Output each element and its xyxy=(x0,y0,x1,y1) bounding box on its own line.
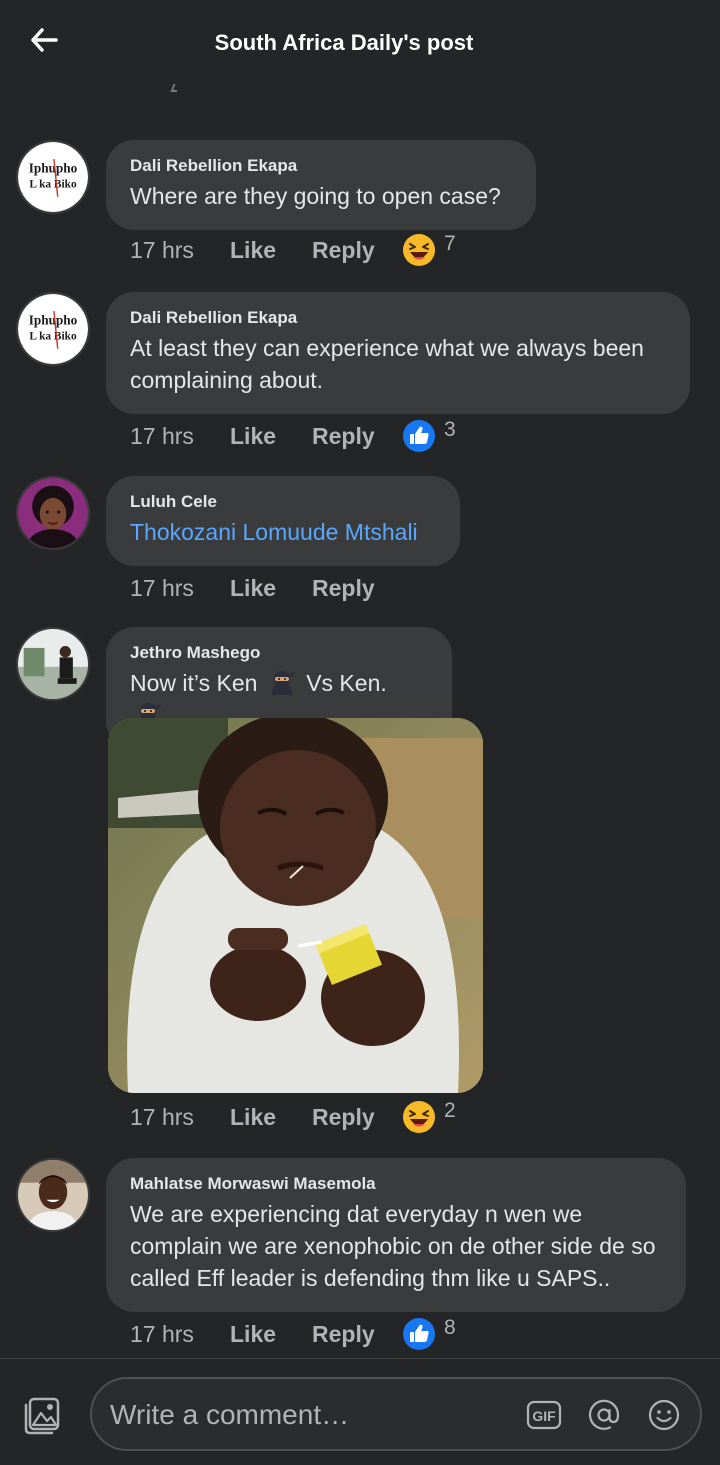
comment-photo[interactable] xyxy=(108,718,483,1093)
comment-bubble[interactable]: Luluh Cele Thokozani Lomuude Mtshali xyxy=(106,476,460,566)
comment-text: We are experiencing dat everyday n wen w… xyxy=(130,1201,656,1291)
comment-actions: 17 hrs Like Reply 7 xyxy=(130,232,456,268)
reply-button[interactable]: Reply xyxy=(312,1104,402,1131)
gif-label: GIF xyxy=(532,1408,556,1424)
comment-composer: GIF xyxy=(0,1358,720,1465)
like-icon[interactable] xyxy=(402,419,436,453)
header-bar: South Africa Daily's post xyxy=(0,0,720,92)
photo-gallery-icon[interactable] xyxy=(24,1395,64,1435)
comment-bubble[interactable]: Mahlatse Morwaswi Masemola We are experi… xyxy=(106,1158,686,1312)
reply-button[interactable]: Reply xyxy=(312,237,402,264)
avatar[interactable] xyxy=(16,1158,90,1232)
like-button[interactable]: Like xyxy=(230,1321,312,1348)
ninja-emoji-icon xyxy=(268,669,296,695)
reply-button[interactable]: Reply xyxy=(312,575,402,602)
comment-actions: 17 hrs Like Reply 3 xyxy=(130,418,456,454)
page-title-text: South Africa Daily's post xyxy=(214,30,474,55)
avatar-logo-line1: Iphupho xyxy=(29,160,78,175)
haha-icon[interactable] xyxy=(402,233,436,267)
avatar-logo-line1: Iphupho xyxy=(29,312,78,327)
reaction-count[interactable]: 3 xyxy=(444,418,456,442)
comment-author[interactable]: Dali Rebellion Ekapa xyxy=(130,156,512,176)
reaction-count[interactable]: 8 xyxy=(444,1316,456,1340)
comment-time[interactable]: 17 hrs xyxy=(130,1104,230,1131)
comment-time[interactable]: 17 hrs xyxy=(130,1321,230,1348)
comment-bubble[interactable]: Dali Rebellion Ekapa At least they can e… xyxy=(106,292,690,414)
avatar[interactable]: Iphupho L ka Biko xyxy=(16,140,90,214)
reaction-count[interactable]: 2 xyxy=(444,1099,456,1123)
mention-link[interactable]: Thokozani Lomuude Mtshali xyxy=(130,516,436,548)
like-button[interactable]: Like xyxy=(230,575,312,602)
scrolled-content-fragment xyxy=(170,84,180,92)
comment-text: Where are they going to open case? xyxy=(130,183,501,209)
mention-icon[interactable] xyxy=(586,1397,622,1433)
reply-button[interactable]: Reply xyxy=(312,423,402,450)
comment-actions: 17 hrs Like Reply 2 xyxy=(130,1099,456,1135)
comment-author[interactable]: Dali Rebellion Ekapa xyxy=(130,308,666,328)
reaction-count[interactable]: 7 xyxy=(444,232,456,256)
comment-text-part-2: Vs Ken. xyxy=(306,670,387,696)
comment-author[interactable]: Jethro Mashego xyxy=(130,643,428,663)
comment-input[interactable] xyxy=(110,1393,520,1437)
reply-button[interactable]: Reply xyxy=(312,1321,402,1348)
comment-time[interactable]: 17 hrs xyxy=(130,575,230,602)
comment-actions: 17 hrs Like Reply 8 xyxy=(130,1316,456,1352)
avatar[interactable]: Iphupho L ka Biko xyxy=(16,292,90,366)
avatar-logo-line2: L ka Biko xyxy=(29,330,77,342)
comment-author[interactable]: Mahlatse Morwaswi Masemola xyxy=(130,1174,662,1194)
post-comments-screen: South Africa Daily's post Iphupho L ka B… xyxy=(0,0,720,1465)
page-title: South Africa Daily's post xyxy=(0,30,720,56)
comment-bubble[interactable]: Dali Rebellion Ekapa Where are they goin… xyxy=(106,140,536,230)
avatar[interactable] xyxy=(16,627,90,701)
comment-time[interactable]: 17 hrs xyxy=(130,237,230,264)
comment-actions: 17 hrs Like Reply xyxy=(130,570,402,606)
like-button[interactable]: Like xyxy=(230,1104,312,1131)
comment-author[interactable]: Luluh Cele xyxy=(130,492,436,512)
comment-time[interactable]: 17 hrs xyxy=(130,423,230,450)
comment-input-container: GIF xyxy=(90,1377,702,1451)
haha-icon[interactable] xyxy=(402,1100,436,1134)
like-icon[interactable] xyxy=(402,1317,436,1351)
comment-text: At least they can experience what we alw… xyxy=(130,335,644,393)
comment-text-part-1: Now it’s Ken xyxy=(130,670,258,696)
emoji-icon[interactable] xyxy=(646,1397,682,1433)
like-button[interactable]: Like xyxy=(230,423,312,450)
avatar[interactable] xyxy=(16,476,90,550)
gif-icon[interactable]: GIF xyxy=(526,1397,562,1433)
avatar-logo-line2: L ka Biko xyxy=(29,178,77,190)
like-button[interactable]: Like xyxy=(230,237,312,264)
